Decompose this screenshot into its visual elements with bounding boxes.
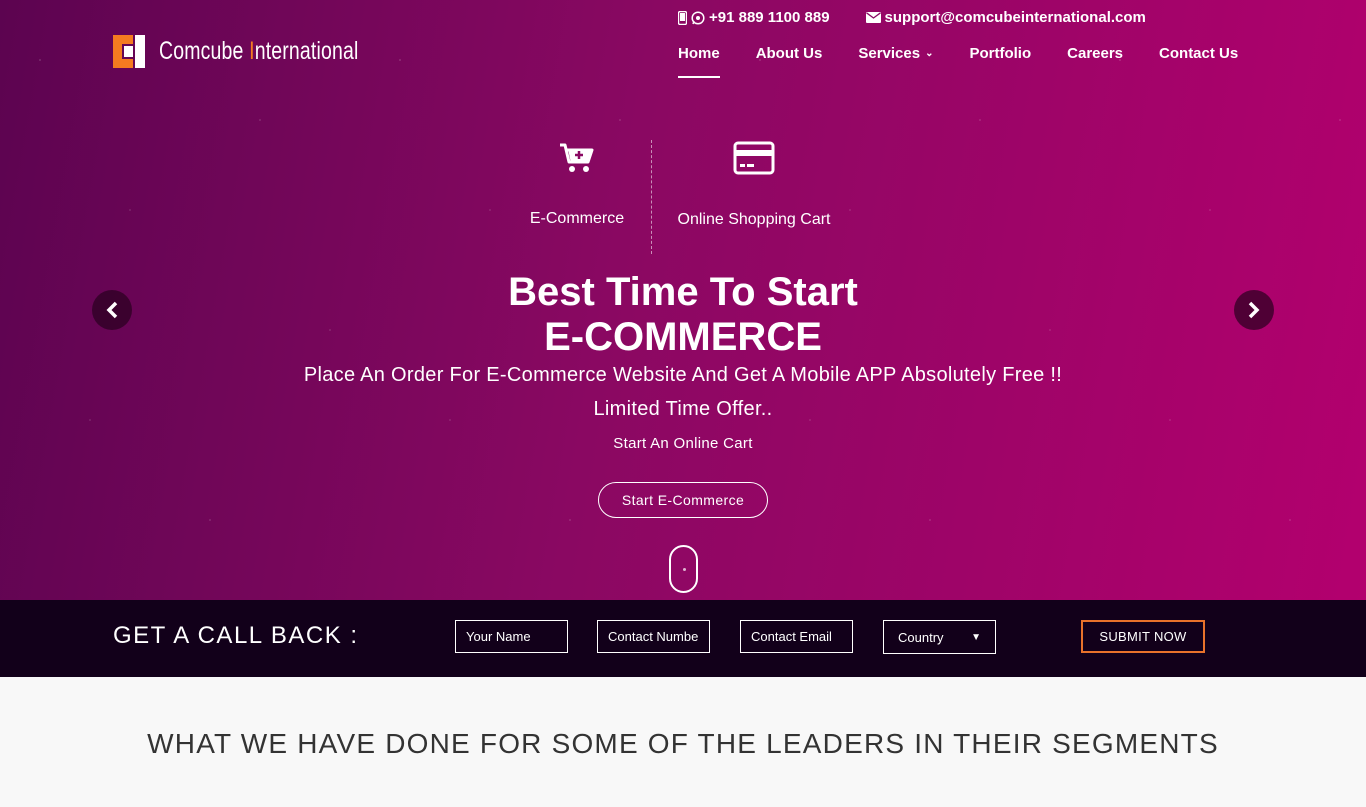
name-input[interactable] <box>455 620 568 653</box>
section-title: WHAT WE HAVE DONE FOR SOME OF THE LEADER… <box>147 728 1219 759</box>
headline-line-1: Best Time To Start <box>508 270 858 314</box>
email-address: support@comcubeinternational.com <box>884 9 1146 26</box>
chevron-right-icon <box>1248 301 1260 319</box>
envelope-icon <box>865 12 881 23</box>
country-select-value: Country <box>898 629 944 645</box>
main-nav: Home About Us Services ⌄ Portfolio Career… <box>678 45 1238 78</box>
slider-prev-button[interactable] <box>92 290 132 330</box>
slider-next-button[interactable] <box>1234 290 1274 330</box>
hero-banner: +91 889 1100 889 support@comcubeinternat… <box>0 0 1366 600</box>
hero-subtitle-limited: Limited Time Offer.. <box>593 398 773 420</box>
top-contact-bar: +91 889 1100 889 support@comcubeinternat… <box>678 9 1146 26</box>
feature-shopping-cart-label: Online Shopping Cart <box>677 211 831 228</box>
brand-logo[interactable]: Comcube International <box>113 35 415 68</box>
nav-home-label: Home <box>678 45 720 62</box>
email-contact[interactable]: support@comcubeinternational.com <box>865 9 1146 26</box>
start-ecommerce-button[interactable]: Start E-Commerce <box>598 482 768 518</box>
callback-title: GET A CALL BACK : <box>113 622 359 649</box>
brand-name: Comcube International <box>159 37 358 66</box>
whatsapp-icon <box>691 10 705 25</box>
nav-services-label: Services <box>858 45 921 62</box>
nav-about-us[interactable]: About Us <box>756 45 823 70</box>
nav-about-label: About Us <box>755 45 823 62</box>
nav-careers[interactable]: Careers <box>1067 45 1123 70</box>
phone-contact[interactable]: +91 889 1100 889 <box>678 9 830 26</box>
submit-now-button[interactable]: SUBMIT NOW <box>1081 620 1205 653</box>
cart-plus-icon <box>560 143 594 172</box>
chevron-down-icon: ⌄ <box>925 48 934 59</box>
contact-email-input[interactable] <box>740 620 853 653</box>
brand-name-prefix: Comcube <box>159 37 250 65</box>
callback-form: GET A CALL BACK : Country ▼ SUBMIT NOW <box>0 600 1366 677</box>
brand-name-suffix: nternational <box>254 37 359 65</box>
nav-portfolio[interactable]: Portfolio <box>969 45 1031 70</box>
nav-contact-us[interactable]: Contact Us <box>1159 45 1238 70</box>
nav-careers-label: Careers <box>1067 45 1124 62</box>
credit-card-icon <box>733 141 775 175</box>
hero-headline: Best Time To Start E-COMMERCE <box>0 270 1366 360</box>
feature-tabs: E-Commerce Online Shopping Cart <box>0 138 1366 258</box>
scroll-down-indicator[interactable] <box>669 545 698 593</box>
country-select[interactable]: Country ▼ <box>883 620 996 654</box>
hero-subtitle-start: Start An Online Cart <box>613 435 753 452</box>
nav-contact-label: Contact Us <box>1159 45 1239 62</box>
phone-number: +91 889 1100 889 <box>709 9 830 26</box>
headline-line-2: E-COMMERCE <box>544 315 822 359</box>
nav-home[interactable]: Home <box>678 45 720 78</box>
chevron-left-icon <box>106 301 118 319</box>
nav-portfolio-label: Portfolio <box>969 45 1032 62</box>
feature-shopping-cart[interactable]: Online Shopping Cart <box>644 138 864 229</box>
caret-down-icon: ▼ <box>971 631 981 643</box>
hero-subtitle-offer: Place An Order For E-Commerce Website An… <box>303 364 1063 386</box>
comcube-logo-icon <box>113 35 145 68</box>
contact-number-input[interactable] <box>597 620 710 653</box>
mobile-icon <box>678 10 687 25</box>
nav-services[interactable]: Services ⌄ <box>858 45 933 70</box>
